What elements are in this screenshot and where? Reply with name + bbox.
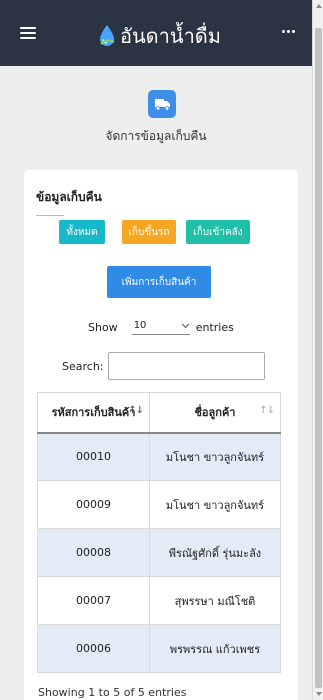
- title-divider: [36, 215, 64, 216]
- add-return-button[interactable]: เพิ่มการเก็บสินค้า: [107, 266, 211, 298]
- returns-table: รหัสการเก็บสินค้า ↑↓ ชื่อลูกค้า ↑↓ 00010…: [37, 392, 282, 673]
- sort-asc-icon: ↑↓: [128, 405, 144, 416]
- filter-on-truck-button[interactable]: เก็บขึ้นรถ: [122, 220, 176, 244]
- table-row[interactable]: 00010 มโนชา ขาวลูกจันทร์: [37, 432, 282, 481]
- return-id-cell: 00006: [37, 624, 150, 673]
- table-row[interactable]: 00009 มโนชา ขาวลูกจันทร์: [37, 480, 282, 529]
- scrollbar-thumb[interactable]: [315, 28, 322, 688]
- customer-name-cell: สุพรรษา มณีโชติ: [148, 576, 282, 625]
- more-options-icon[interactable]: [282, 30, 295, 33]
- table-row[interactable]: 00007 สุพรรษา มณีโชติ: [37, 576, 282, 625]
- sort-icon: ↑↓: [259, 405, 275, 416]
- table-row[interactable]: 00008 พีรณัฐศักดิ์ รุ่นมะลัง: [37, 528, 282, 577]
- top-navbar: อันดาน้ำดื่ม: [0, 0, 312, 66]
- card-title: ข้อมูลเก็บคืน: [36, 190, 102, 204]
- hamburger-menu-icon[interactable]: [20, 27, 36, 39]
- search-label: Search:: [62, 359, 104, 373]
- truck-icon: [148, 90, 176, 118]
- return-id-cell: 00009: [37, 480, 150, 529]
- brand-logo[interactable]: อันดาน้ำดื่ม: [98, 20, 221, 52]
- entries-select[interactable]: 10: [131, 320, 190, 335]
- customer-name-cell: พีรณัฐศักดิ์ รุ่นมะลัง: [148, 528, 282, 577]
- customer-name-cell: มโนชา ขาวลูกจันทร์: [148, 480, 282, 529]
- show-label: Show: [88, 321, 118, 334]
- customer-name-cell: พรพรรณ แก้วเพชร: [148, 624, 282, 673]
- column-header-customer-name[interactable]: ชื่อลูกค้า ↑↓: [148, 392, 282, 434]
- brand-name: อันดาน้ำดื่ม: [120, 24, 221, 48]
- page-length-control: Show 10 entries: [88, 320, 234, 335]
- entries-label: entries: [195, 321, 234, 334]
- table-row[interactable]: 00006 พรพรรณ แก้วเพชร: [37, 624, 282, 673]
- module-title: จัดการข้อมูลเก็บคืน: [105, 129, 207, 143]
- scroll-up-arrow-icon[interactable]: [316, 4, 322, 8]
- water-drop-icon: [100, 25, 115, 46]
- returns-card: ข้อมูลเก็บคืน ทั้งหมด เก็บขึ้นรถ เก็บเข้…: [24, 170, 298, 700]
- entries-select-value: 10: [133, 320, 147, 331]
- search-control: Search:: [62, 352, 265, 380]
- page-scrollbar[interactable]: [312, 0, 323, 700]
- customer-name-cell: มโนชา ขาวลูกจันทร์: [148, 432, 282, 481]
- scroll-down-arrow-icon[interactable]: [316, 692, 322, 696]
- table-header-row: รหัสการเก็บสินค้า ↑↓ ชื่อลูกค้า ↑↓: [37, 392, 282, 434]
- return-id-cell: 00007: [37, 576, 150, 625]
- column-header-return-id[interactable]: รหัสการเก็บสินค้า ↑↓: [37, 392, 150, 434]
- return-id-cell: 00008: [37, 528, 150, 577]
- table-info: Showing 1 to 5 of 5 entries: [38, 686, 187, 699]
- return-id-cell: 00010: [37, 432, 150, 481]
- search-input[interactable]: [107, 352, 265, 380]
- chevron-down-icon: [181, 320, 189, 328]
- filter-to-warehouse-button[interactable]: เก็บเข้าคลัง: [186, 220, 250, 244]
- filter-all-button[interactable]: ทั้งหมด: [59, 220, 105, 244]
